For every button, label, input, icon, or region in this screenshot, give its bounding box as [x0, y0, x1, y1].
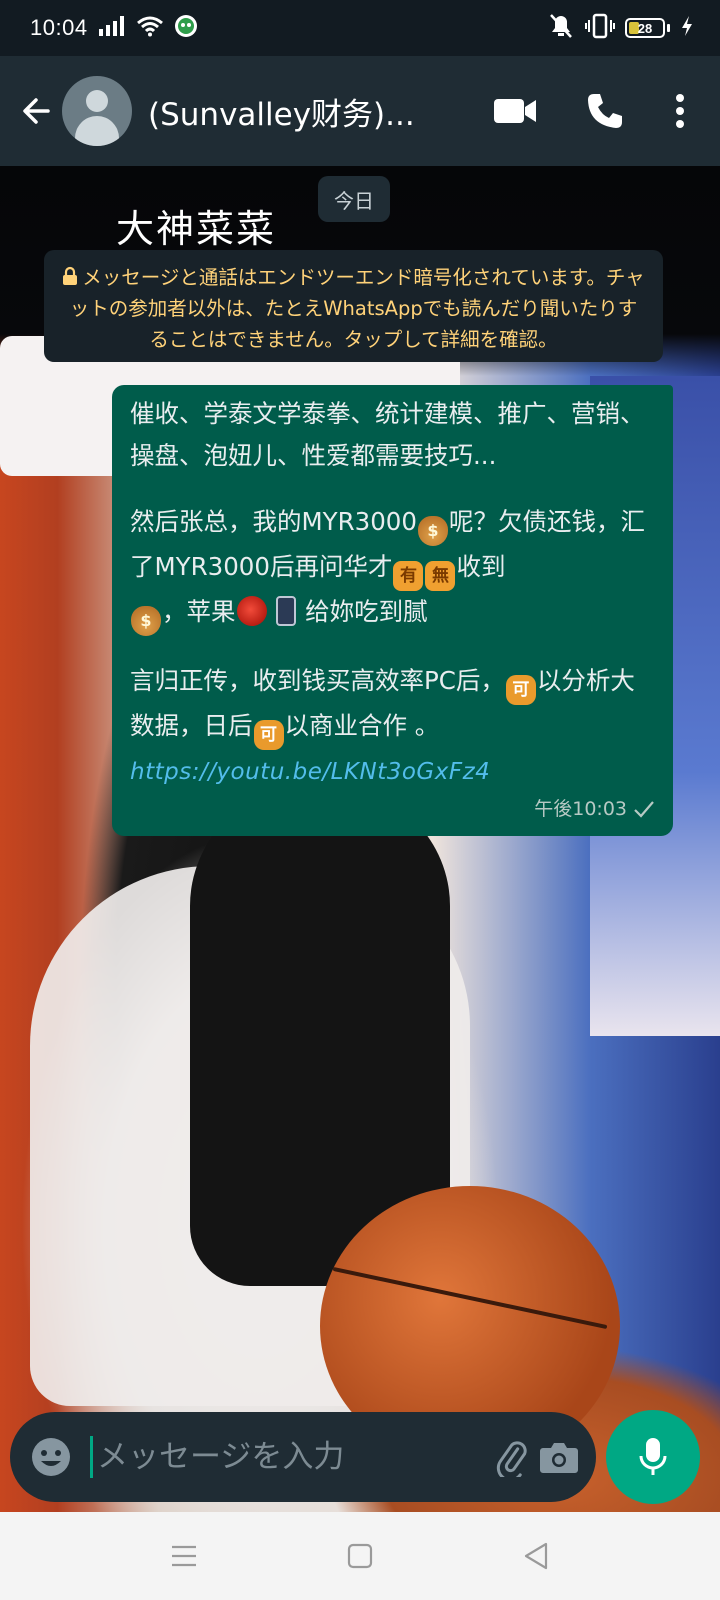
encryption-notice[interactable]: メッセージと通話はエンドツーエンド暗号化されています。チャットの参加者以外は、た…	[44, 250, 663, 362]
kanji-none-icon: 無	[425, 561, 456, 591]
date-chip: 今日	[318, 176, 390, 222]
video-call-button[interactable]	[470, 71, 560, 151]
paperclip-icon	[496, 1441, 527, 1477]
apple-icon	[236, 596, 267, 626]
chat-area[interactable]: 大神菜菜 今日 メッセージと通話はエンドツーエンド暗号化されています。チャットの…	[0, 166, 720, 1512]
kanji-can-icon: 可	[253, 720, 284, 750]
emoji-icon	[32, 1438, 70, 1476]
battery-icon: 28	[625, 18, 670, 38]
attach-button[interactable]	[488, 1424, 535, 1490]
wallpaper-title: 大神菜菜	[116, 207, 277, 251]
back-triangle-icon	[524, 1542, 548, 1570]
signal-icon	[98, 15, 126, 42]
more-options-button[interactable]	[650, 71, 710, 151]
message-paragraph-1: 催收、学泰文学泰拳、统计建模、推广、营销、操盘、泡妞儿、性爱都需要技巧...	[130, 399, 645, 470]
voice-call-icon	[588, 94, 622, 128]
vibrate-icon	[585, 13, 615, 44]
mobile-phone-icon	[276, 596, 297, 626]
outgoing-message-bubble[interactable]: 催收、学泰文学泰拳、统计建模、推广、营销、操盘、泡妞儿、性爱都需要技巧... 然…	[112, 385, 673, 836]
status-time: 10:04	[30, 15, 88, 40]
camera-icon	[539, 1443, 578, 1473]
money-bag-icon: $	[131, 606, 161, 636]
system-navigation-bar	[0, 1512, 720, 1600]
sent-check-icon	[634, 801, 654, 818]
kanji-can-icon: 可	[505, 675, 536, 705]
charging-icon	[680, 15, 694, 42]
vibrate-mute-icon	[547, 13, 575, 44]
voice-call-button[interactable]	[560, 71, 650, 151]
status-bar: 10:04 28	[0, 0, 720, 56]
nav-back-button[interactable]	[516, 1536, 556, 1576]
message-link[interactable]: https://youtu.be/LKNt3oGxFz4	[130, 759, 490, 785]
video-call-icon	[494, 99, 536, 123]
kanji-have-icon: 有	[393, 561, 424, 591]
message-paragraph-3: 言归正传，收到钱买高效率PC后，可以分析大数据，日后可以商业合作 。	[130, 660, 655, 750]
app-notification-icon	[174, 14, 198, 43]
message-time: 午後10:03	[534, 798, 627, 820]
money-bag-icon: $	[417, 516, 448, 546]
voice-message-button[interactable]	[606, 1410, 700, 1504]
microphone-icon	[639, 1438, 667, 1475]
lock-icon	[63, 266, 78, 285]
more-options-icon	[676, 94, 684, 128]
menu-lines-icon	[172, 1545, 196, 1567]
camera-button[interactable]	[535, 1424, 582, 1490]
home-square-icon	[347, 1543, 373, 1569]
message-paragraph-2: 然后张总，我的MYR3000 $ 呢？欠债还钱，汇了MYR3000后再问华才有無收到…	[130, 501, 655, 636]
encryption-notice-text: メッセージと通話はエンドツーエンド暗号化されています。チャットの参加者以外は、た…	[69, 266, 645, 351]
back-arrow-icon	[23, 98, 50, 124]
nav-menu-button[interactable]	[164, 1536, 204, 1576]
battery-level: 28	[637, 20, 653, 36]
chat-header: (Sunvalley财务)...	[0, 56, 720, 166]
message-meta: 午後10:03	[534, 788, 655, 830]
contact-avatar[interactable]	[62, 76, 132, 146]
message-input[interactable]	[90, 1436, 488, 1478]
nav-home-button[interactable]	[340, 1536, 380, 1576]
back-button[interactable]	[8, 76, 64, 146]
wifi-icon	[136, 15, 164, 42]
emoji-button[interactable]	[30, 1434, 72, 1480]
message-composer	[10, 1412, 596, 1502]
chat-title[interactable]: (Sunvalley财务)...	[148, 89, 438, 134]
